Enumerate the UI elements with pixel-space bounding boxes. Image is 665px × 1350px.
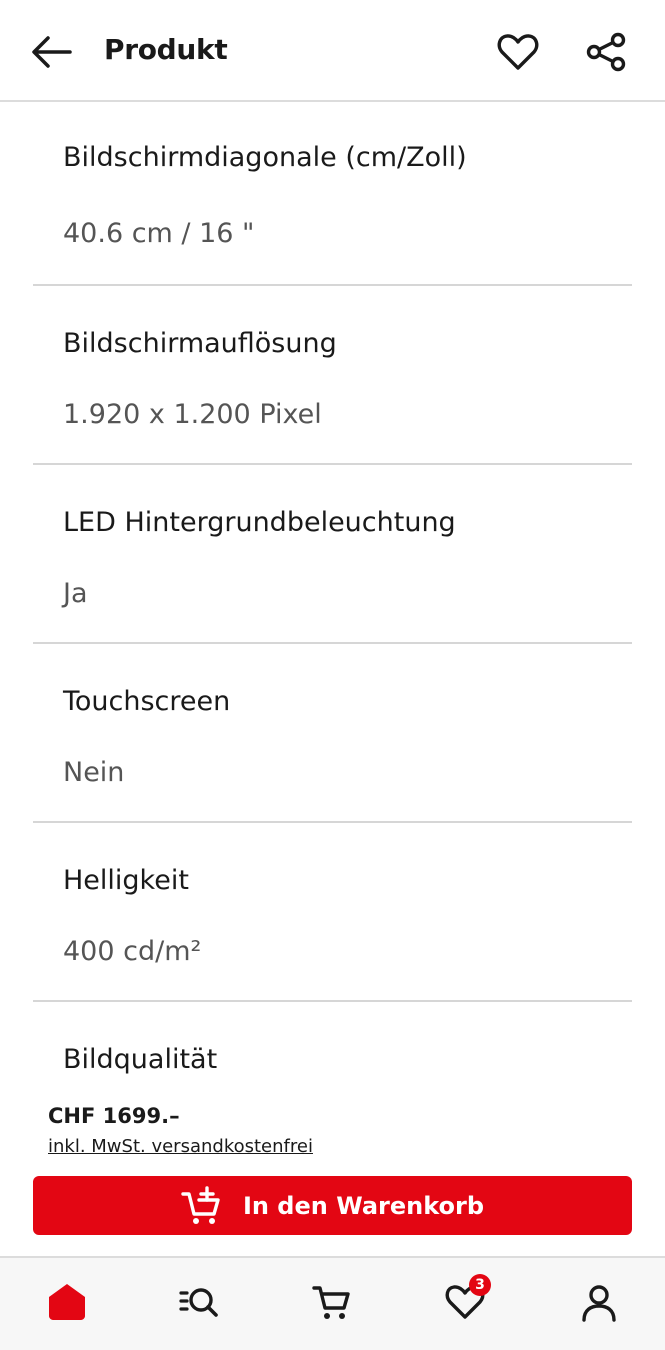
cart-icon [312, 1286, 350, 1319]
spec-value: Ja [63, 578, 88, 609]
add-to-cart-button[interactable]: In den Warenkorb [33, 1176, 632, 1235]
nav-search[interactable] [178, 1280, 222, 1324]
spec-row: LED Hintergrundbeleuchtung Ja [33, 465, 632, 644]
spec-label: Touchscreen [63, 686, 231, 717]
spec-value: 40.6 cm / 16 " [63, 218, 255, 249]
spec-label: Helligkeit [63, 865, 189, 896]
nav-cart[interactable] [310, 1280, 354, 1324]
cart-add-icon [181, 1185, 220, 1224]
spec-label: LED Hintergrundbeleuchtung [63, 507, 456, 538]
price-note-link[interactable]: inkl. MwSt. versandkostenfrei [48, 1136, 313, 1157]
nav-account[interactable] [577, 1280, 621, 1324]
add-to-cart-label: In den Warenkorb [242, 1191, 485, 1220]
spec-value: Nein [63, 757, 125, 788]
spec-row: Bildschirmdiagonale (cm/Zoll) 40.6 cm / … [33, 102, 632, 286]
favorite-heart-icon[interactable] [496, 30, 540, 74]
price: CHF 1699.– [48, 1104, 180, 1128]
spec-row: Bildschirmauflösung 1.920 x 1.200 Pixel [33, 286, 632, 465]
spec-row: Touchscreen Nein [33, 644, 632, 823]
nav-wishlist[interactable]: 3 [443, 1274, 491, 1324]
app-bar: Produkt [0, 0, 665, 102]
user-icon [582, 1285, 616, 1322]
wishlist-count-badge: 3 [469, 1274, 491, 1296]
spec-row: Helligkeit 400 cd/m² [33, 823, 632, 1002]
spec-value: 1.920 x 1.200 Pixel [63, 399, 322, 430]
spec-label: Bildqualität [63, 1044, 218, 1075]
home-icon [49, 1284, 85, 1320]
bottom-nav: 3 [0, 1258, 665, 1350]
spec-value: 400 cd/m² [63, 936, 202, 967]
buy-panel: CHF 1699.– inkl. MwSt. versandkostenfrei… [0, 1092, 665, 1258]
page-title: Produkt [104, 33, 228, 66]
share-icon[interactable] [584, 30, 628, 74]
spec-label: Bildschirmauflösung [63, 328, 337, 359]
spec-row: Bildqualität [33, 1002, 632, 1102]
search-list-icon [179, 1288, 218, 1317]
spec-label: Bildschirmdiagonale (cm/Zoll) [63, 142, 467, 173]
spec-list: Bildschirmdiagonale (cm/Zoll) 40.6 cm / … [33, 102, 632, 1102]
back-arrow-icon[interactable] [30, 32, 74, 72]
nav-home[interactable] [45, 1280, 89, 1324]
